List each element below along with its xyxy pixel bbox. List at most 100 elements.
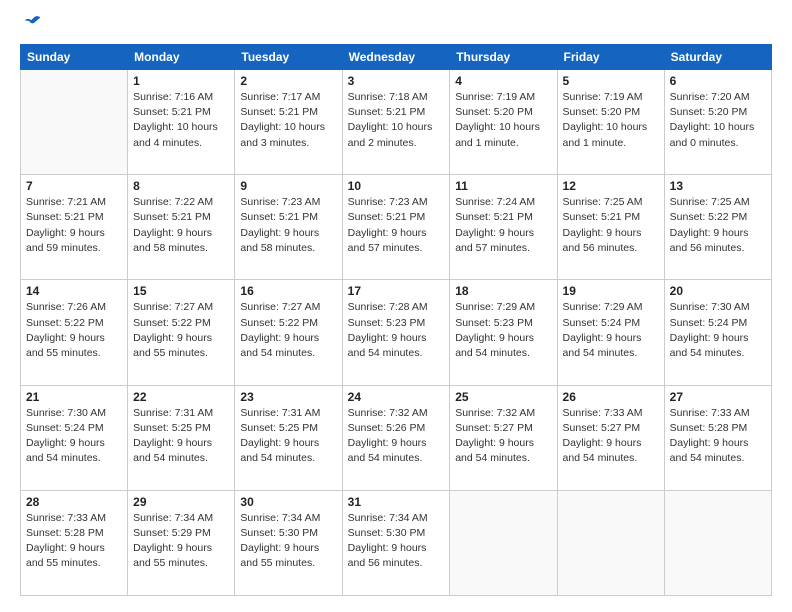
day-cell: 19Sunrise: 7:29 AM Sunset: 5:24 PM Dayli… (557, 280, 664, 385)
day-cell (664, 490, 771, 595)
day-cell: 4 Sunrise: 7:19 AM Sunset: 5:20 PM Daylig… (450, 70, 557, 175)
day-number: 23 (240, 390, 336, 404)
day-number: 12 (563, 179, 659, 193)
day-cell: 5 Sunrise: 7:19 AM Sunset: 5:20 PM Daylig… (557, 70, 664, 175)
day-cell: 12 Sunrise: 7:25 AM Sunset: 5:21 PM Dayli… (557, 175, 664, 280)
day-cell (450, 490, 557, 595)
day-cell: 15 Sunrise: 7:27 AM Sunset: 5:22 PM Dayli… (128, 280, 235, 385)
day-number: 1 (133, 74, 229, 88)
day-number: 19 (563, 284, 659, 298)
day-info: Sunrise: 7:25 AM Sunset: 5:22 PM Dayligh… (670, 195, 766, 256)
day-info: Sunrise: 7:28 AM Sunset: 5:23 PM Dayligh… (348, 300, 445, 361)
day-number: 11 (455, 179, 551, 193)
day-info: Sunrise: 7:17 AM Sunset: 5:21 PM Dayligh… (240, 90, 336, 151)
day-info: Sunrise: 7:30 AM Sunset: 5:24 PM Dayligh… (26, 406, 122, 467)
day-cell: 2Sunrise: 7:17 AM Sunset: 5:21 PM Daylig… (235, 70, 342, 175)
day-cell: 7 Sunrise: 7:21 AM Sunset: 5:21 PM Daylig… (21, 175, 128, 280)
day-info: Sunrise: 7:20 AM Sunset: 5:20 PM Dayligh… (670, 90, 766, 151)
day-info: Sunrise: 7:27 AM Sunset: 5:22 PM Dayligh… (240, 300, 336, 361)
week-row-5: 28 Sunrise: 7:33 AM Sunset: 5:28 PM Dayli… (21, 490, 772, 595)
day-cell: 23 Sunrise: 7:31 AM Sunset: 5:25 PM Dayli… (235, 385, 342, 490)
day-number: 20 (670, 284, 766, 298)
day-number: 8 (133, 179, 229, 193)
day-cell: 14Sunrise: 7:26 AM Sunset: 5:22 PM Dayli… (21, 280, 128, 385)
day-info: Sunrise: 7:31 AM Sunset: 5:25 PM Dayligh… (133, 406, 229, 467)
day-number: 10 (348, 179, 445, 193)
day-number: 15 (133, 284, 229, 298)
day-cell: 10 Sunrise: 7:23 AM Sunset: 5:21 PM Dayli… (342, 175, 450, 280)
day-info: Sunrise: 7:18 AM Sunset: 5:21 PM Dayligh… (348, 90, 445, 151)
day-info: Sunrise: 7:34 AM Sunset: 5:30 PM Dayligh… (348, 511, 445, 572)
day-cell: 22 Sunrise: 7:31 AM Sunset: 5:25 PM Dayli… (128, 385, 235, 490)
header-wednesday: Wednesday (342, 45, 450, 70)
day-info: Sunrise: 7:23 AM Sunset: 5:21 PM Dayligh… (348, 195, 445, 256)
day-number: 16 (240, 284, 336, 298)
day-cell: 6 Sunrise: 7:20 AM Sunset: 5:20 PM Daylig… (664, 70, 771, 175)
calendar: SundayMondayTuesdayWednesdayThursdayFrid… (20, 44, 772, 596)
day-number: 29 (133, 495, 229, 509)
day-info: Sunrise: 7:27 AM Sunset: 5:22 PM Dayligh… (133, 300, 229, 361)
day-info: Sunrise: 7:34 AM Sunset: 5:30 PM Dayligh… (240, 511, 336, 572)
header-tuesday: Tuesday (235, 45, 342, 70)
day-info: Sunrise: 7:22 AM Sunset: 5:21 PM Dayligh… (133, 195, 229, 256)
day-cell: 21 Sunrise: 7:30 AM Sunset: 5:24 PM Dayli… (21, 385, 128, 490)
day-info: Sunrise: 7:32 AM Sunset: 5:26 PM Dayligh… (348, 406, 445, 467)
day-info: Sunrise: 7:33 AM Sunset: 5:28 PM Dayligh… (26, 511, 122, 572)
day-info: Sunrise: 7:30 AM Sunset: 5:24 PM Dayligh… (670, 300, 766, 361)
day-number: 13 (670, 179, 766, 193)
day-cell: 27Sunrise: 7:33 AM Sunset: 5:28 PM Dayli… (664, 385, 771, 490)
week-row-4: 21 Sunrise: 7:30 AM Sunset: 5:24 PM Dayli… (21, 385, 772, 490)
day-number: 30 (240, 495, 336, 509)
day-cell: 16 Sunrise: 7:27 AM Sunset: 5:22 PM Dayli… (235, 280, 342, 385)
day-cell: 3Sunrise: 7:18 AM Sunset: 5:21 PM Daylig… (342, 70, 450, 175)
day-cell: 25 Sunrise: 7:32 AM Sunset: 5:27 PM Dayli… (450, 385, 557, 490)
day-number: 26 (563, 390, 659, 404)
day-cell: 18Sunrise: 7:29 AM Sunset: 5:23 PM Dayli… (450, 280, 557, 385)
day-cell (557, 490, 664, 595)
day-info: Sunrise: 7:19 AM Sunset: 5:20 PM Dayligh… (455, 90, 551, 151)
day-info: Sunrise: 7:19 AM Sunset: 5:20 PM Dayligh… (563, 90, 659, 151)
day-cell: 26 Sunrise: 7:33 AM Sunset: 5:27 PM Dayli… (557, 385, 664, 490)
header-thursday: Thursday (450, 45, 557, 70)
day-number: 4 (455, 74, 551, 88)
day-number: 28 (26, 495, 122, 509)
day-cell: 28 Sunrise: 7:33 AM Sunset: 5:28 PM Dayli… (21, 490, 128, 595)
logo (20, 20, 44, 34)
calendar-header-row: SundayMondayTuesdayWednesdayThursdayFrid… (21, 45, 772, 70)
day-info: Sunrise: 7:29 AM Sunset: 5:23 PM Dayligh… (455, 300, 551, 361)
day-number: 6 (670, 74, 766, 88)
day-number: 5 (563, 74, 659, 88)
day-info: Sunrise: 7:25 AM Sunset: 5:21 PM Dayligh… (563, 195, 659, 256)
day-cell: 17Sunrise: 7:28 AM Sunset: 5:23 PM Dayli… (342, 280, 450, 385)
day-cell (21, 70, 128, 175)
day-cell: 24Sunrise: 7:32 AM Sunset: 5:26 PM Dayli… (342, 385, 450, 490)
day-cell: 20 Sunrise: 7:30 AM Sunset: 5:24 PM Dayli… (664, 280, 771, 385)
day-info: Sunrise: 7:32 AM Sunset: 5:27 PM Dayligh… (455, 406, 551, 467)
day-cell: 9Sunrise: 7:23 AM Sunset: 5:21 PM Daylig… (235, 175, 342, 280)
header-friday: Friday (557, 45, 664, 70)
week-row-1: 1Sunrise: 7:16 AM Sunset: 5:21 PM Daylig… (21, 70, 772, 175)
day-info: Sunrise: 7:21 AM Sunset: 5:21 PM Dayligh… (26, 195, 122, 256)
day-cell: 29 Sunrise: 7:34 AM Sunset: 5:29 PM Dayli… (128, 490, 235, 595)
day-number: 22 (133, 390, 229, 404)
day-number: 31 (348, 495, 445, 509)
day-info: Sunrise: 7:23 AM Sunset: 5:21 PM Dayligh… (240, 195, 336, 256)
header-sunday: Sunday (21, 45, 128, 70)
day-number: 21 (26, 390, 122, 404)
day-cell: 11 Sunrise: 7:24 AM Sunset: 5:21 PM Dayli… (450, 175, 557, 280)
day-info: Sunrise: 7:33 AM Sunset: 5:28 PM Dayligh… (670, 406, 766, 467)
day-cell: 30 Sunrise: 7:34 AM Sunset: 5:30 PM Dayli… (235, 490, 342, 595)
day-number: 7 (26, 179, 122, 193)
logo-bird-icon (22, 12, 44, 34)
day-number: 25 (455, 390, 551, 404)
day-cell: 8 Sunrise: 7:22 AM Sunset: 5:21 PM Daylig… (128, 175, 235, 280)
week-row-3: 14Sunrise: 7:26 AM Sunset: 5:22 PM Dayli… (21, 280, 772, 385)
header (20, 16, 772, 34)
day-info: Sunrise: 7:26 AM Sunset: 5:22 PM Dayligh… (26, 300, 122, 361)
day-cell: 31 Sunrise: 7:34 AM Sunset: 5:30 PM Dayli… (342, 490, 450, 595)
day-cell: 13 Sunrise: 7:25 AM Sunset: 5:22 PM Dayli… (664, 175, 771, 280)
day-info: Sunrise: 7:31 AM Sunset: 5:25 PM Dayligh… (240, 406, 336, 467)
day-info: Sunrise: 7:24 AM Sunset: 5:21 PM Dayligh… (455, 195, 551, 256)
day-info: Sunrise: 7:34 AM Sunset: 5:29 PM Dayligh… (133, 511, 229, 572)
day-info: Sunrise: 7:33 AM Sunset: 5:27 PM Dayligh… (563, 406, 659, 467)
